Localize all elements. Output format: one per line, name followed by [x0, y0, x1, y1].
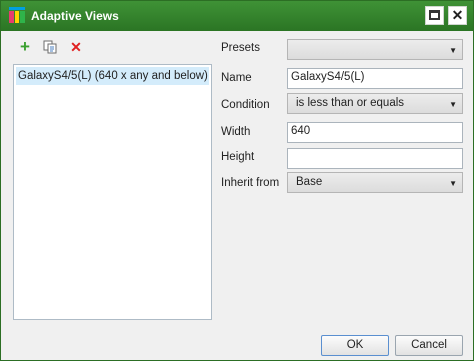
chevron-down-icon: ▼: [449, 46, 457, 55]
cancel-button[interactable]: Cancel: [395, 335, 463, 356]
ok-button[interactable]: OK: [321, 335, 389, 356]
width-input[interactable]: 640: [287, 122, 463, 143]
close-button[interactable]: ✕: [448, 6, 467, 25]
title-bar[interactable]: Adaptive Views ✕: [1, 1, 473, 31]
presets-label: Presets: [221, 42, 260, 54]
copy-icon: [43, 40, 57, 54]
condition-label: Condition: [221, 99, 270, 111]
add-view-button[interactable]: +: [18, 37, 32, 56]
restore-button[interactable]: [425, 6, 444, 25]
presets-dropdown[interactable]: ▼: [287, 39, 463, 60]
name-input[interactable]: GalaxyS4/5(L): [287, 68, 463, 89]
window-title: Adaptive Views: [31, 9, 119, 23]
views-list[interactable]: GalaxyS4/5(L) (640 x any and below): [13, 64, 212, 320]
inherit-from-dropdown[interactable]: Base ▼: [287, 172, 463, 193]
inherit-from-value: Base: [296, 176, 323, 188]
list-item[interactable]: GalaxyS4/5(L) (640 x any and below): [16, 67, 209, 85]
height-label: Height: [221, 151, 255, 163]
close-icon: ✕: [451, 7, 464, 23]
width-label: Width: [221, 126, 251, 138]
app-logo-icon: [9, 7, 25, 23]
adaptive-views-dialog: Adaptive Views ✕ + ✕ GalaxyS4/5(L) (640 …: [0, 0, 474, 361]
delete-icon: ✕: [70, 39, 82, 55]
plus-icon: +: [20, 37, 30, 56]
height-input[interactable]: [287, 148, 463, 169]
condition-value: is less than or equals: [296, 97, 405, 109]
chevron-down-icon: ▼: [449, 179, 457, 188]
duplicate-view-button[interactable]: [43, 40, 57, 54]
condition-dropdown[interactable]: is less than or equals ▼: [287, 93, 463, 114]
chevron-down-icon: ▼: [449, 100, 457, 109]
name-label: Name: [221, 72, 252, 84]
inherit-from-label: Inherit from: [221, 177, 280, 189]
delete-view-button[interactable]: ✕: [69, 40, 83, 54]
restore-icon: [429, 10, 440, 20]
